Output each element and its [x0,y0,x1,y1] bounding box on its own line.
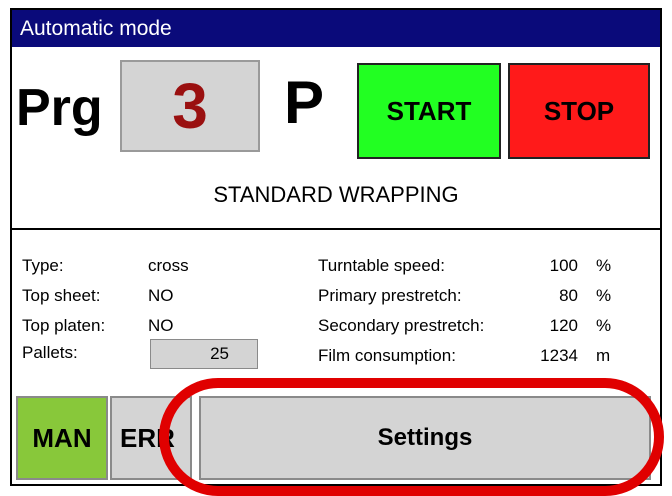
program-number-field[interactable]: 3 [120,60,260,152]
turntable-speed-label: Turntable speed: [318,256,445,275]
secondary-prestretch-unit: % [596,316,612,335]
pallets-label: Pallets: [22,343,78,362]
top-platen-label: Top platen: [22,316,106,335]
start-button[interactable]: START [357,63,501,159]
errors-button[interactable]: ERR [110,396,192,480]
divider [12,228,660,230]
secondary-prestretch-value: 120 [549,316,578,335]
film-consumption-label: Film consumption: [318,346,456,365]
mode-letter: P [284,69,325,136]
top-sheet-value: NO [148,286,174,305]
type-value: cross [148,256,189,275]
top-sheet-label: Top sheet: [22,286,101,305]
primary-prestretch-label: Primary prestretch: [318,286,462,305]
window-title: Automatic mode [12,10,660,47]
turntable-speed-value: 100 [549,256,578,275]
settings-button[interactable]: Settings [199,396,651,480]
manual-mode-button[interactable]: MAN [16,396,108,480]
program-label: Prg [16,79,103,137]
film-consumption-unit: m [596,346,611,365]
type-label: Type: [22,256,64,275]
film-consumption-value: 1234 [540,346,578,365]
primary-prestretch-unit: % [596,286,612,305]
secondary-prestretch-label: Secondary prestretch: [318,316,485,335]
program-name: STANDARD WRAPPING [213,182,459,207]
stop-button[interactable]: STOP [508,63,650,159]
pallets-count-field[interactable]: 25 [150,339,258,369]
turntable-speed-unit: % [596,256,612,275]
primary-prestretch-value: 80 [559,286,578,305]
top-platen-value: NO [148,316,174,335]
